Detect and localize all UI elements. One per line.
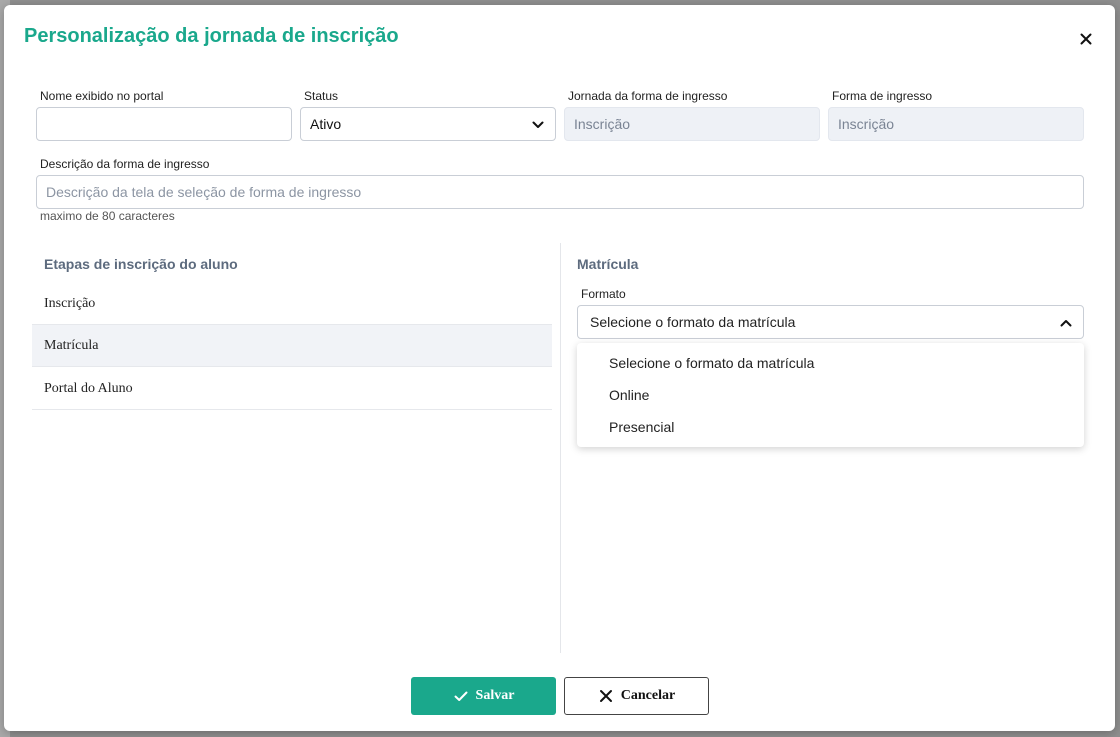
step-item-portal-aluno[interactable]: Portal do Aluno (32, 368, 552, 410)
status-value: Ativo (310, 116, 342, 132)
entry-form-label: Forma de ingresso (832, 89, 933, 103)
modal-title: Personalização da jornada de inscrição (24, 25, 399, 47)
description-hint: maximo de 80 caracteres (40, 209, 175, 223)
description-input[interactable]: Descrição da tela de seleção de forma de… (36, 175, 1084, 209)
save-button[interactable]: Salvar (411, 677, 556, 715)
format-value: Selecione o formato da matrícula (590, 314, 796, 330)
format-dropdown-menu: Selecione o formato da matrícula Online … (577, 343, 1084, 447)
journey-label: Jornada da forma de ingresso (568, 89, 728, 103)
cancel-button[interactable]: Cancelar (564, 677, 709, 715)
format-option-online[interactable]: Online (609, 387, 649, 403)
format-option-placeholder[interactable]: Selecione o formato da matrícula (609, 355, 814, 371)
close-icon (1080, 33, 1092, 45)
portal-name-input[interactable] (36, 107, 292, 141)
chevron-up-icon (1060, 320, 1072, 327)
description-label: Descrição da forma de ingresso (40, 157, 210, 171)
status-select[interactable]: Ativo (300, 107, 556, 141)
entry-form-field: Inscrição (828, 107, 1084, 141)
format-select[interactable]: Selecione o formato da matrícula (577, 305, 1084, 339)
column-divider (560, 243, 561, 653)
status-label: Status (304, 89, 339, 103)
journey-customization-modal: Personalização da jornada de inscrição N… (4, 5, 1115, 731)
step-item-matricula[interactable]: Matrícula (32, 325, 552, 367)
format-option-presencial[interactable]: Presencial (609, 419, 674, 435)
format-label: Formato (581, 287, 626, 301)
check-icon (454, 691, 468, 701)
chevron-down-icon (532, 121, 544, 128)
journey-field: Inscrição (564, 107, 820, 141)
x-icon (599, 690, 612, 702)
save-label: Salvar (475, 688, 515, 703)
portal-name-label: Nome exibido no portal (40, 89, 164, 103)
close-button[interactable] (1076, 29, 1096, 49)
steps-heading: Etapas de inscrição do aluno (44, 256, 238, 272)
cancel-label: Cancelar (620, 688, 676, 703)
step-item-inscricao[interactable]: Inscrição (32, 283, 552, 325)
enrollment-heading: Matrícula (577, 256, 639, 272)
